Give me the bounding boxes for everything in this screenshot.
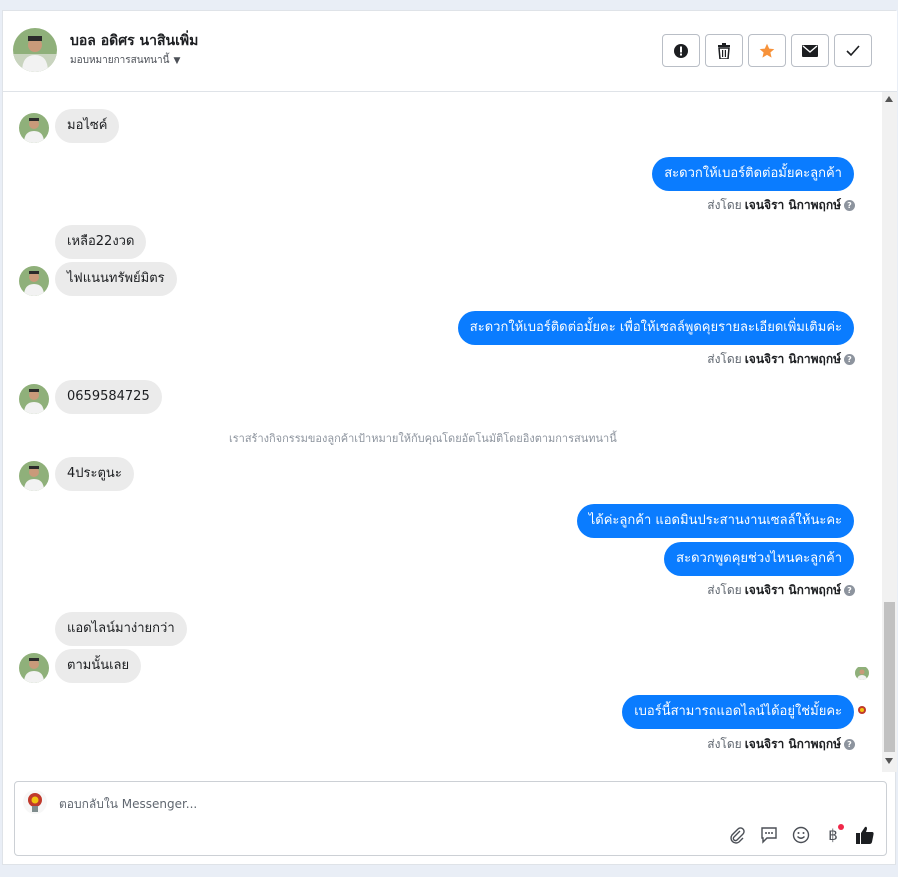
- help-icon[interactable]: ?: [844, 354, 855, 365]
- outgoing-message: สะดวกพูดคุยช่วงไหนคะลูกค้า: [664, 542, 854, 576]
- delete-button[interactable]: [705, 34, 743, 67]
- incoming-message: มอไซค์: [55, 109, 120, 143]
- seen-by-page-avatar: [855, 703, 869, 717]
- contact-message-avatar: [19, 113, 49, 143]
- like-button[interactable]: [854, 824, 876, 846]
- trash-icon: [718, 42, 730, 59]
- alert-icon: [674, 43, 688, 58]
- incoming-message: 4ประตูนะ: [55, 457, 134, 491]
- attachment-icon: [730, 827, 745, 844]
- scroll-thumb[interactable]: [884, 602, 895, 752]
- incoming-message: เหลือ22งวด: [55, 225, 147, 259]
- saved-reply-icon: [761, 827, 777, 844]
- contact-message-avatar: [19, 653, 49, 683]
- sender-name: เจนจิรา นิกาพฤกษ์: [744, 737, 841, 751]
- sent-by-label: ส่งโดย เจนจิรา นิกาพฤกษ์ ?: [707, 350, 855, 369]
- incoming-message: ไฟแนนทรัพย์มิตร: [55, 262, 177, 296]
- reply-tools: ฿: [726, 824, 876, 846]
- sender-name: เจนจิรา นิกาพฤกษ์: [744, 198, 841, 212]
- scroll-down-arrow-icon[interactable]: [885, 758, 893, 764]
- payment-button[interactable]: ฿: [822, 824, 844, 846]
- like-icon: [856, 826, 874, 844]
- emoji-icon: [792, 826, 810, 844]
- notification-dot: [838, 824, 844, 830]
- contact-message-avatar: [19, 266, 49, 296]
- caret-down-icon: ▼: [173, 55, 181, 66]
- help-icon[interactable]: ?: [844, 200, 855, 211]
- conversation-header: บอล อดิศร นาสินเพิ่ม มอบหมายการสนทนานี้ …: [3, 11, 897, 92]
- page-avatar: [23, 790, 47, 814]
- message-list[interactable]: มอไซค์ สะดวกให้เบอร์ติดต่อมั้ยคะลูกค้า ส…: [3, 92, 881, 772]
- sent-by-prefix: ส่งโดย: [707, 583, 742, 597]
- sent-by-label: ส่งโดย เจนจิรา นิกาพฤกษ์ ?: [707, 735, 855, 754]
- system-note: เราสร้างกิจกรรมของลูกค้าเป้าหมายให้กับคุ…: [229, 432, 617, 445]
- help-icon[interactable]: ?: [844, 739, 855, 750]
- sent-by-label: ส่งโดย เจนจิรา นิกาพฤกษ์ ?: [707, 581, 855, 600]
- conversation-panel: บอล อดิศร นาสินเพิ่ม มอบหมายการสนทนานี้ …: [2, 10, 897, 865]
- header-actions: [662, 34, 872, 67]
- contact-message-avatar: [19, 461, 49, 491]
- sent-by-prefix: ส่งโดย: [707, 737, 742, 751]
- sent-by-prefix: ส่งโดย: [707, 352, 742, 366]
- mail-icon: [802, 44, 818, 57]
- mark-done-button[interactable]: [834, 34, 872, 67]
- help-icon[interactable]: ?: [844, 585, 855, 596]
- assign-label: มอบหมายการสนทนานี้: [70, 55, 170, 66]
- scroll-up-arrow-icon[interactable]: [885, 96, 893, 102]
- reply-box: ฿: [14, 781, 887, 856]
- mark-spam-button[interactable]: [662, 34, 700, 67]
- baht-icon: ฿: [828, 826, 838, 844]
- outgoing-message: ได้ค่ะลูกค้า แอดมินประสานงานเซลล์ให้นะคะ: [576, 504, 854, 538]
- contact-name: บอล อดิศร นาสินเพิ่ม: [70, 33, 199, 49]
- reply-input[interactable]: [59, 794, 659, 814]
- sender-name: เจนจิรา นิกาพฤกษ์: [744, 352, 841, 366]
- emoji-button[interactable]: [790, 824, 812, 846]
- contact-message-avatar: [19, 384, 49, 414]
- seen-by-contact-avatar: [855, 666, 869, 680]
- assign-conversation-dropdown[interactable]: มอบหมายการสนทนานี้ ▼: [70, 53, 180, 68]
- incoming-message: 0659584725: [55, 380, 162, 414]
- sender-name: เจนจิรา นิกาพฤกษ์: [744, 583, 841, 597]
- outgoing-message: สะดวกให้เบอร์ติดต่อมั้ยคะ เพื่อให้เซลล์พ…: [457, 311, 854, 345]
- contact-avatar[interactable]: [13, 28, 57, 72]
- sent-by-prefix: ส่งโดย: [707, 198, 742, 212]
- incoming-message: ตามนั้นเลย: [55, 649, 142, 683]
- saved-reply-button[interactable]: [758, 824, 780, 846]
- attachment-button[interactable]: [726, 824, 748, 846]
- incoming-message: แอดไลน์มาง่ายกว่า: [55, 612, 187, 646]
- star-icon: [759, 43, 775, 58]
- mark-unread-button[interactable]: [791, 34, 829, 67]
- check-icon: [846, 44, 860, 56]
- message-list-scrollbar[interactable]: [882, 92, 897, 772]
- outgoing-message: เบอร์นี้สามารถแอดไลน์ได้อยู่ใช่มั้ยคะ: [622, 695, 854, 729]
- star-button[interactable]: [748, 34, 786, 67]
- sent-by-label: ส่งโดย เจนจิรา นิกาพฤกษ์ ?: [707, 196, 855, 215]
- outgoing-message: สะดวกให้เบอร์ติดต่อมั้ยคะลูกค้า: [652, 157, 854, 191]
